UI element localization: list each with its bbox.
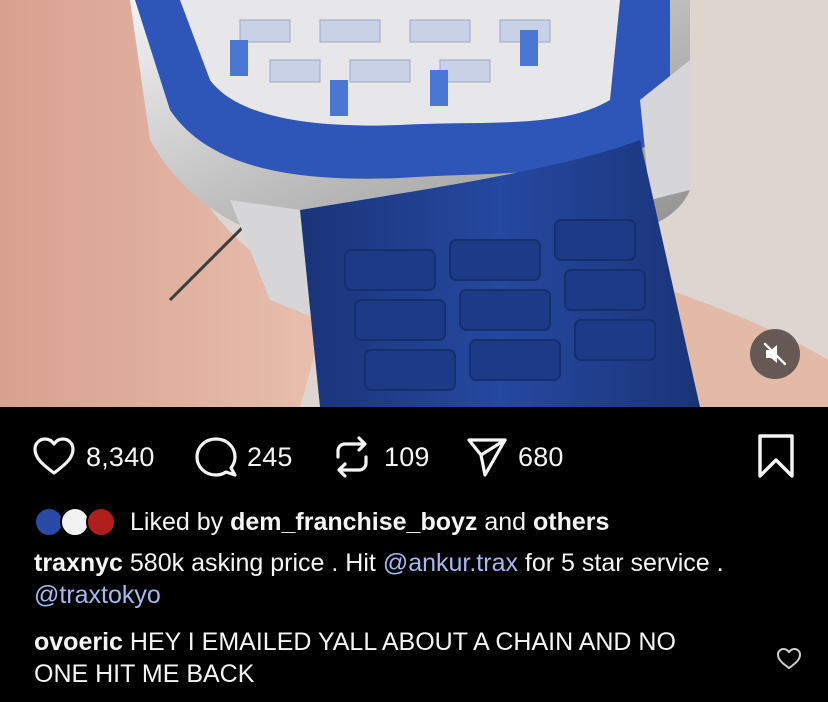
repost-count: 109 bbox=[384, 441, 430, 472]
repost-button[interactable]: 109 bbox=[330, 435, 430, 479]
post-media-video[interactable] bbox=[0, 0, 828, 407]
heart-icon bbox=[777, 648, 801, 669]
avatar bbox=[86, 507, 116, 537]
like-count: 8,340 bbox=[86, 441, 155, 472]
liked-by-others[interactable]: others bbox=[533, 508, 609, 536]
caption-username[interactable]: traxnyc bbox=[34, 549, 123, 577]
like-button[interactable]: 8,340 bbox=[32, 435, 155, 479]
bookmark-icon bbox=[758, 434, 794, 478]
share-count: 680 bbox=[518, 441, 564, 472]
liked-by-row[interactable]: Liked by dem_franchise_boyz and others bbox=[34, 505, 609, 539]
send-icon bbox=[467, 438, 507, 477]
liker-avatars bbox=[34, 505, 122, 539]
heart-icon bbox=[33, 437, 75, 475]
post-caption: traxnyc 580k asking price . Hit @ankur.t… bbox=[34, 547, 794, 611]
liked-by-prefix: Liked by bbox=[130, 507, 224, 536]
post-details-panel: 8,340 245 109 680 Liked by dem_franchise… bbox=[0, 407, 828, 702]
watch-photo bbox=[0, 0, 828, 407]
save-button[interactable] bbox=[756, 433, 796, 484]
comment-count: 245 bbox=[247, 441, 293, 472]
share-button[interactable]: 680 bbox=[466, 435, 564, 479]
post-action-bar: 8,340 245 109 680 bbox=[0, 435, 828, 479]
comment-text: HEY I EMAILED YALL ABOUT A CHAIN AND NO … bbox=[34, 628, 676, 688]
comment-item: ovoeric HEY I EMAILED YALL ABOUT A CHAIN… bbox=[34, 626, 734, 690]
caption-mention-2[interactable]: @traxtokyo bbox=[34, 581, 161, 609]
mute-toggle-button[interactable] bbox=[750, 329, 800, 379]
caption-text-2: for 5 star service . bbox=[517, 549, 724, 577]
comment-bubble-icon bbox=[195, 437, 237, 477]
caption-text-1: 580k asking price . Hit bbox=[129, 549, 383, 577]
liked-by-joiner: and bbox=[484, 507, 527, 536]
comment-username[interactable]: ovoeric bbox=[34, 628, 123, 656]
liked-by-username[interactable]: dem_franchise_boyz bbox=[230, 508, 477, 536]
repost-icon bbox=[336, 436, 368, 478]
caption-mention-1[interactable]: @ankur.trax bbox=[383, 549, 518, 577]
liked-by-text: Liked by dem_franchise_boyz and others bbox=[130, 508, 609, 537]
speaker-muted-icon bbox=[763, 342, 787, 366]
comment-button[interactable]: 245 bbox=[195, 435, 293, 479]
comment-like-button[interactable] bbox=[776, 647, 802, 676]
